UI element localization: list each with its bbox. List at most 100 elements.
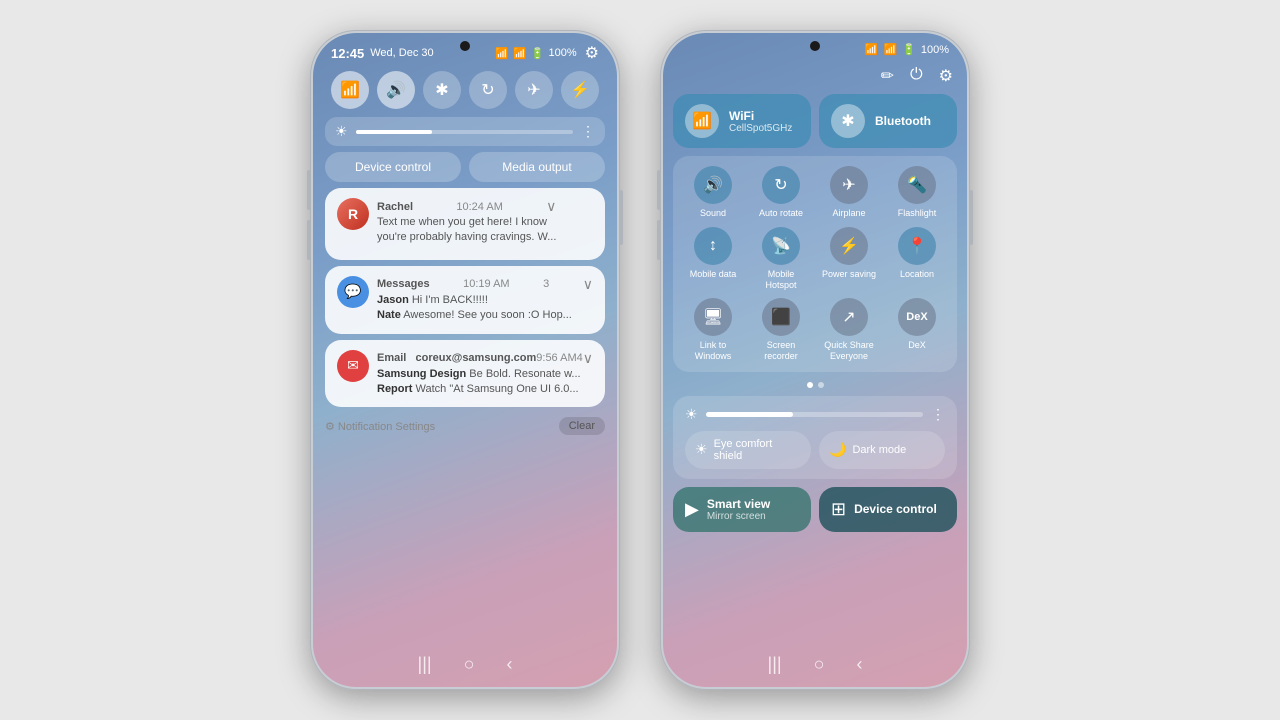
settings-icon[interactable]: ⚙ [585,43,599,63]
brightness-options-icon[interactable]: ⋮ [931,406,945,423]
media-output-button[interactable]: Media output [469,152,605,182]
camera-notch [460,41,470,51]
notif-msg-messages: Jason Hi I'm BACK!!!!! Nate Awesome! See… [377,293,593,324]
dark-mode-icon: 🌙 [829,441,846,458]
volume-down-button[interactable] [307,220,310,260]
qs-tile-sound[interactable]: 🔊 Sound [683,166,743,219]
phone-2-body: 📶 📶 🔋 100% ✏ ⏻ ⚙ 📶 [660,30,970,690]
qs-wide-row: 📶 WiFi CellSpot5GHz ✱ Bluetooth [673,94,957,148]
qs-tile-screen-recorder[interactable]: ⬛ Screen recorder [751,298,811,362]
mobile-data-tile-icon: ↕ [694,227,732,265]
rotate-toggle[interactable]: ↻ [469,71,507,109]
smart-view-button[interactable]: ▶ Smart view Mirror screen [673,487,811,532]
quick-settings-panel: ✏ ⏻ ⚙ 📶 WiFi CellSpot5GHz ✱ [663,60,967,540]
notification-messages[interactable]: 💬 Messages 10:19 AM 3 ∨ Jason Hi I'm BAC… [325,266,605,334]
device-control-name: Device control [854,502,937,516]
notif-body-rachel: R Rachel 10:24 AM ∨ Text me when you get… [337,198,556,246]
qs-tile-dex[interactable]: DeX DeX [887,298,947,362]
edit-icon[interactable]: ✏ [881,66,894,86]
hotspot-tile-label: Mobile Hotspot [751,269,811,291]
navigation-bar: ||| ○ ‹ [313,654,617,675]
qs-tile-mobile-data[interactable]: ↕ Mobile data [683,227,743,291]
eye-comfort-button[interactable]: ☀ Eye comfort shield [685,431,811,469]
clear-notifications-button[interactable]: Clear [559,417,605,435]
notif-content-rachel: Rachel 10:24 AM ∨ Text me when you get h… [377,198,556,246]
qs-tile-flashlight[interactable]: 🔦 Flashlight [887,166,947,219]
qs-tile-autorotate[interactable]: ↻ Auto rotate [751,166,811,219]
autorotate-tile-label: Auto rotate [759,208,803,219]
smart-view-sub: Mirror screen [707,511,770,522]
notif-count-messages: 3 [543,278,549,290]
notification-footer: ⚙ Notification Settings Clear [325,417,605,435]
settings-icon[interactable]: ⚙ [939,66,953,86]
device-control-button[interactable]: Device control [325,152,461,182]
qs-tile-hotspot[interactable]: 📡 Mobile Hotspot [751,227,811,291]
flashlight-toggle[interactable]: ⚡ [561,71,599,109]
notif-body-email: ✉ Email coreux@samsung.com 9:56 AM 4 ∨ S… [337,350,593,398]
phone2-power-button[interactable] [970,190,973,245]
bluetooth-name: Bluetooth [875,114,931,128]
link-windows-tile-icon: 🖥 [694,298,732,336]
brightness-track[interactable] [706,412,923,417]
dark-mode-button[interactable]: 🌙 Dark mode [819,431,945,469]
wifi-toggle[interactable]: 📶 [331,71,369,109]
qs-tile-link-windows[interactable]: 🖥 Link to Windows [683,298,743,362]
power-button[interactable] [620,190,623,245]
brightness-fill [706,412,793,417]
bluetooth-wide-button[interactable]: ✱ Bluetooth [819,94,957,148]
notif-time-email: 9:56 AM [536,352,576,364]
notif-msg-email: Samsung Design Be Bold. Resonate w... Re… [377,367,593,398]
brightness-icon: ☀ [685,406,698,423]
wifi-wide-label: WiFi CellSpot5GHz [729,109,792,134]
qs-tile-airplane[interactable]: ✈ Airplane [819,166,879,219]
notif-app-messages: Messages [377,278,430,290]
device-control-button-2[interactable]: ⊞ Device control [819,487,957,532]
nav-recent-icon[interactable]: ||| [418,654,432,675]
quick-share-tile-label: Quick Share Everyone [819,340,879,362]
phone-1-body: 12:45 Wed, Dec 30 📶 📶 🔋 100% ⚙ 📶 [310,30,620,690]
phone2-nav-home-icon[interactable]: ○ [814,654,825,675]
power-saving-tile-label: Power saving [822,269,876,280]
flashlight-tile-label: Flashlight [898,208,937,219]
power-off-icon[interactable]: ⏻ [910,66,923,86]
qs-tile-quick-share[interactable]: ↗ Quick Share Everyone [819,298,879,362]
location-tile-icon: 📍 [898,227,936,265]
eye-comfort-icon: ☀ [695,441,708,458]
qs-tile-location[interactable]: 📍 Location [887,227,947,291]
comfort-row: ☀ Eye comfort shield 🌙 Dark mode [685,431,945,469]
airplane-toggle[interactable]: ✈ [515,71,553,109]
airplane-icon: ✈ [527,80,540,100]
notification-email[interactable]: ✉ Email coreux@samsung.com 9:56 AM 4 ∨ S… [325,340,605,408]
brightness-slider-row: ☀ ⋮ [685,406,945,423]
nav-back-icon[interactable]: ‹ [506,654,512,675]
airplane-tile-label: Airplane [832,208,865,219]
phone2-volume-up-button[interactable] [657,170,660,210]
brightness-more-icon[interactable]: ⋮ [581,123,595,140]
brightness-slider[interactable] [356,130,573,134]
qs-tile-power-saving[interactable]: ⚡ Power saving [819,227,879,291]
signal-icon: 📶 [513,47,527,60]
phone2-battery-percent: 100% [921,44,949,56]
battery-icon: 🔋 [531,47,545,60]
qs-brightness-section: ☀ ⋮ ☀ Eye comfort shield 🌙 Da [673,396,957,479]
avatar-email: ✉ [337,350,369,382]
sound-icon: 🔊 [386,80,406,100]
airplane-tile-icon: ✈ [830,166,868,204]
bluetooth-toggle[interactable]: ✱ [423,71,461,109]
phone2-volume-down-button[interactable] [657,220,660,260]
notification-rachel[interactable]: R Rachel 10:24 AM ∨ Text me when you get… [325,188,605,260]
device-control-icon: ⊞ [831,499,846,520]
bluetooth-icon: ✱ [435,80,448,100]
bluetooth-wide-label: Bluetooth [875,114,931,128]
notification-settings-link[interactable]: ⚙ Notification Settings [325,420,435,433]
volume-up-button[interactable] [307,170,310,210]
wifi-wide-button[interactable]: 📶 WiFi CellSpot5GHz [673,94,811,148]
sound-toggle[interactable]: 🔊 [377,71,415,109]
notif-app-rachel: Rachel [377,201,413,213]
status-time: 12:45 [331,46,364,61]
nav-home-icon[interactable]: ○ [464,654,475,675]
wifi-icon: 📶 [340,80,360,100]
phone-2-screen: 📶 📶 🔋 100% ✏ ⏻ ⚙ 📶 [663,33,967,687]
phone2-nav-recent-icon[interactable]: ||| [768,654,782,675]
phone2-nav-back-icon[interactable]: ‹ [856,654,862,675]
